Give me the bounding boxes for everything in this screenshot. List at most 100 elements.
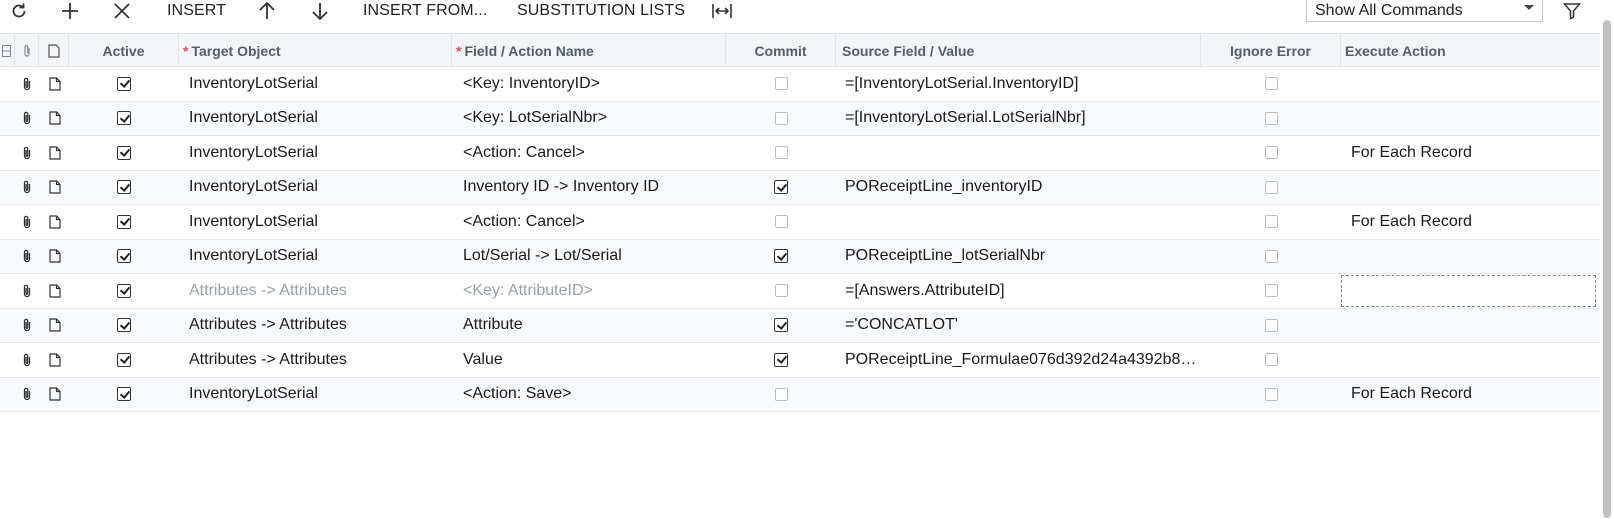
target-object-cell[interactable]: Attributes -> Attributes <box>189 309 347 342</box>
ignore-error-checkbox[interactable] <box>1264 102 1278 135</box>
table-row[interactable]: InventoryLotSerial <Key: LotSerialNbr> =[I… <box>0 101 1600 136</box>
field-action-name-cell[interactable]: Attribute <box>463 309 523 342</box>
source-field-value-cell[interactable]: =[Answers.AttributeID] <box>845 274 1005 307</box>
document-icon[interactable] <box>47 240 63 273</box>
execute-action-cell[interactable]: For Each Record <box>1351 136 1472 169</box>
target-object-cell[interactable]: InventoryLotSerial <box>189 67 318 100</box>
execute-action-cell[interactable]: For Each Record <box>1351 378 1472 411</box>
focused-cell[interactable] <box>1341 275 1596 307</box>
commit-checkbox[interactable] <box>774 343 788 376</box>
filter-icon[interactable] <box>1563 0 1581 22</box>
ignore-error-checkbox[interactable] <box>1264 240 1278 273</box>
ignore-error-checkbox[interactable] <box>1264 205 1278 238</box>
document-icon[interactable] <box>47 309 63 342</box>
field-action-name-cell[interactable]: <Action: Save> <box>463 378 572 411</box>
active-checkbox[interactable] <box>117 67 131 100</box>
table-row[interactable]: Attributes -> Attributes <Key: AttributeI… <box>0 274 1600 309</box>
ignore-error-checkbox[interactable] <box>1264 171 1278 204</box>
arrow-up-icon[interactable] <box>258 0 276 22</box>
refresh-icon[interactable] <box>9 0 29 22</box>
ignore-error-checkbox[interactable] <box>1264 309 1278 342</box>
commit-checkbox[interactable] <box>774 240 788 273</box>
table-row[interactable]: InventoryLotSerial Lot/Serial -> Lot/Seri… <box>0 239 1600 274</box>
attachment-icon[interactable] <box>19 136 35 169</box>
commit-checkbox[interactable] <box>774 378 788 411</box>
column-header-execute-action[interactable]: Execute Action <box>1341 34 1600 67</box>
document-icon[interactable] <box>47 205 63 238</box>
commands-filter-select[interactable]: Show All Commands <box>1306 0 1543 22</box>
attachment-icon[interactable] <box>19 343 35 376</box>
column-header-field-action-name[interactable]: * Field / Action Name <box>452 34 726 67</box>
active-checkbox[interactable] <box>117 102 131 135</box>
attachment-icon[interactable] <box>19 171 35 204</box>
ignore-error-checkbox[interactable] <box>1264 378 1278 411</box>
target-object-cell[interactable]: InventoryLotSerial <box>189 171 318 204</box>
active-checkbox[interactable] <box>117 378 131 411</box>
ignore-error-checkbox[interactable] <box>1264 136 1278 169</box>
document-icon[interactable] <box>47 171 63 204</box>
source-field-value-cell[interactable]: =[InventoryLotSerial.LotSerialNbr] <box>845 102 1086 135</box>
field-action-name-cell[interactable]: <Key: AttributeID> <box>463 274 593 307</box>
field-action-name-cell[interactable]: Lot/Serial -> Lot/Serial <box>463 240 622 273</box>
document-icon[interactable] <box>47 102 63 135</box>
commit-checkbox[interactable] <box>774 309 788 342</box>
active-checkbox[interactable] <box>117 343 131 376</box>
ignore-error-checkbox[interactable] <box>1264 67 1278 100</box>
close-icon[interactable] <box>113 0 131 22</box>
commit-checkbox[interactable] <box>774 136 788 169</box>
document-icon[interactable] <box>47 67 63 100</box>
commit-checkbox[interactable] <box>774 67 788 100</box>
column-header-source-field-value[interactable]: Source Field / Value <box>836 34 1201 67</box>
table-row[interactable]: InventoryLotSerial <Action: Cancel> For Ea… <box>0 136 1600 171</box>
insert-from-button[interactable]: INSERT FROM... <box>363 0 487 22</box>
attachment-icon[interactable] <box>19 274 35 307</box>
commit-checkbox[interactable] <box>774 205 788 238</box>
attachment-icon[interactable] <box>19 67 35 100</box>
target-object-cell[interactable]: InventoryLotSerial <box>189 205 318 238</box>
plus-icon[interactable] <box>60 0 80 22</box>
document-icon[interactable] <box>47 136 63 169</box>
commit-checkbox[interactable] <box>774 171 788 204</box>
document-icon[interactable] <box>47 378 63 411</box>
attachment-icon[interactable] <box>19 378 35 411</box>
field-action-name-cell[interactable]: <Action: Cancel> <box>463 205 585 238</box>
insert-button[interactable]: INSERT <box>167 0 226 22</box>
execute-action-cell[interactable]: For Each Record <box>1351 205 1472 238</box>
attachment-icon[interactable] <box>19 205 35 238</box>
target-object-cell[interactable]: InventoryLotSerial <box>189 136 318 169</box>
source-field-value-cell[interactable]: ='CONCATLOT' <box>845 309 958 342</box>
active-checkbox[interactable] <box>117 274 131 307</box>
field-action-name-cell[interactable]: Inventory ID -> Inventory ID <box>463 171 659 204</box>
table-row[interactable]: Attributes -> Attributes Value POReceiptLi… <box>0 343 1600 378</box>
active-checkbox[interactable] <box>117 309 131 342</box>
arrow-down-icon[interactable] <box>311 0 329 22</box>
target-object-cell[interactable]: InventoryLotSerial <box>189 102 318 135</box>
table-row[interactable]: Attributes -> Attributes Attribute ='CONCA… <box>0 308 1600 343</box>
source-field-value-cell[interactable]: POReceiptLine_inventoryID <box>845 171 1042 204</box>
commit-checkbox[interactable] <box>774 274 788 307</box>
active-checkbox[interactable] <box>117 136 131 169</box>
active-checkbox[interactable] <box>117 240 131 273</box>
field-action-name-cell[interactable]: <Key: LotSerialNbr> <box>463 102 607 135</box>
source-field-value-cell[interactable]: POReceiptLine_Formulae076d392d24a4392b8… <box>845 343 1196 376</box>
ignore-error-checkbox[interactable] <box>1264 274 1278 307</box>
fit-columns-icon[interactable] <box>711 0 733 22</box>
field-action-name-cell[interactable]: <Action: Cancel> <box>463 136 585 169</box>
attachment-icon[interactable] <box>19 102 35 135</box>
source-field-value-cell[interactable]: =[InventoryLotSerial.InventoryID] <box>845 67 1078 100</box>
target-object-cell[interactable]: InventoryLotSerial <box>189 378 318 411</box>
table-row[interactable]: InventoryLotSerial <Key: InventoryID> =[In… <box>0 67 1600 102</box>
column-header-active[interactable]: Active <box>69 34 179 67</box>
ignore-error-checkbox[interactable] <box>1264 343 1278 376</box>
attachment-icon[interactable] <box>19 240 35 273</box>
target-object-cell[interactable]: Attributes -> Attributes <box>189 274 347 307</box>
commit-checkbox[interactable] <box>774 102 788 135</box>
table-row[interactable]: InventoryLotSerial <Action: Cancel> For Ea… <box>0 205 1600 240</box>
column-header-target-object[interactable]: * Target Object <box>179 34 452 67</box>
active-checkbox[interactable] <box>117 205 131 238</box>
active-checkbox[interactable] <box>117 171 131 204</box>
source-field-value-cell[interactable]: POReceiptLine_lotSerialNbr <box>845 240 1045 273</box>
column-header-commit[interactable]: Commit <box>726 34 836 67</box>
attachment-icon[interactable] <box>19 309 35 342</box>
column-header-ignore-error[interactable]: Ignore Error <box>1201 34 1341 67</box>
